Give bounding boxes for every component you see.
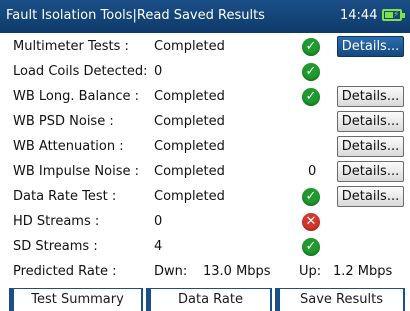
- result-row-hd-streams: HD Streams : 0 ✕: [0, 211, 410, 235]
- result-row-multimeter: Multimeter Tests : Completed ✓ Details..…: [0, 36, 410, 60]
- battery-charging-icon: ⚡: [382, 9, 405, 21]
- tab-data-rate[interactable]: Data Rate: [146, 288, 272, 311]
- down-value: 13.0 Mbps: [203, 264, 271, 279]
- row-label: WB Long. Balance :: [13, 89, 139, 104]
- result-row-psd-noise: WB PSD Noise : Completed Details...: [0, 111, 410, 135]
- row-value: 4: [154, 239, 163, 254]
- row-label: Load Coils Detected:: [13, 64, 148, 79]
- down-label: Dwn:: [154, 264, 188, 279]
- multimeter-details-button[interactable]: Details...: [337, 36, 404, 57]
- up-value: 1.2 Mbps: [333, 264, 393, 279]
- data-rate-details-button[interactable]: Details...: [337, 186, 404, 207]
- long-balance-details-button[interactable]: Details...: [337, 86, 404, 107]
- pass-check-icon: ✓: [302, 88, 320, 106]
- impulse-count: 0: [308, 164, 317, 179]
- pass-check-icon: ✓: [302, 38, 320, 56]
- result-row-attenuation: WB Attenuation : Completed Details...: [0, 136, 410, 160]
- result-row-data-rate: Data Rate Test : Completed ✓ Details...: [0, 186, 410, 210]
- row-value: Completed: [154, 139, 225, 154]
- clock: 14:44: [340, 8, 378, 23]
- title-bar: Fault Isolation Tools|Read Saved Results…: [0, 0, 410, 33]
- up-label: Up:: [299, 264, 322, 279]
- bottom-tab-bar: Test Summary Data Rate Save Results: [0, 288, 410, 311]
- tab-test-summary[interactable]: Test Summary: [9, 288, 143, 311]
- row-label: Data Rate Test :: [13, 189, 117, 204]
- row-label: WB Attenuation :: [13, 139, 124, 154]
- row-value: 0: [154, 64, 163, 79]
- row-value: 0: [154, 214, 163, 229]
- row-label: Multimeter Tests :: [13, 39, 129, 54]
- pass-check-icon: ✓: [302, 238, 320, 256]
- row-value: Completed: [154, 114, 225, 129]
- result-row-load-coils: Load Coils Detected: 0 ✓: [0, 61, 410, 85]
- pass-check-icon: ✓: [302, 63, 320, 81]
- row-label: WB Impulse Noise :: [13, 164, 139, 179]
- predicted-rate-label: Predicted Rate :: [13, 264, 117, 279]
- result-row-impulse-noise: WB Impulse Noise : Completed 0 Details..…: [0, 161, 410, 185]
- result-row-long-balance: WB Long. Balance : Completed ✓ Details..…: [0, 86, 410, 110]
- window-title: Fault Isolation Tools|Read Saved Results: [6, 8, 265, 23]
- fail-x-icon: ✕: [302, 213, 320, 231]
- attenuation-details-button[interactable]: Details...: [337, 136, 404, 157]
- row-label: HD Streams :: [13, 214, 100, 229]
- impulse-noise-details-button[interactable]: Details...: [337, 161, 404, 182]
- result-row-sd-streams: SD Streams : 4 ✓: [0, 236, 410, 260]
- row-value: Completed: [154, 164, 225, 179]
- psd-noise-details-button[interactable]: Details...: [337, 111, 404, 132]
- row-value: Completed: [154, 189, 225, 204]
- row-value: Completed: [154, 39, 225, 54]
- tab-save-results[interactable]: Save Results: [275, 288, 405, 311]
- pass-check-icon: ✓: [302, 188, 320, 206]
- row-label: WB PSD Noise :: [13, 114, 114, 129]
- row-value: Completed: [154, 89, 225, 104]
- predicted-rate-row: Predicted Rate : Dwn: 13.0 Mbps Up: 1.2 …: [0, 261, 410, 285]
- row-label: SD Streams :: [13, 239, 98, 254]
